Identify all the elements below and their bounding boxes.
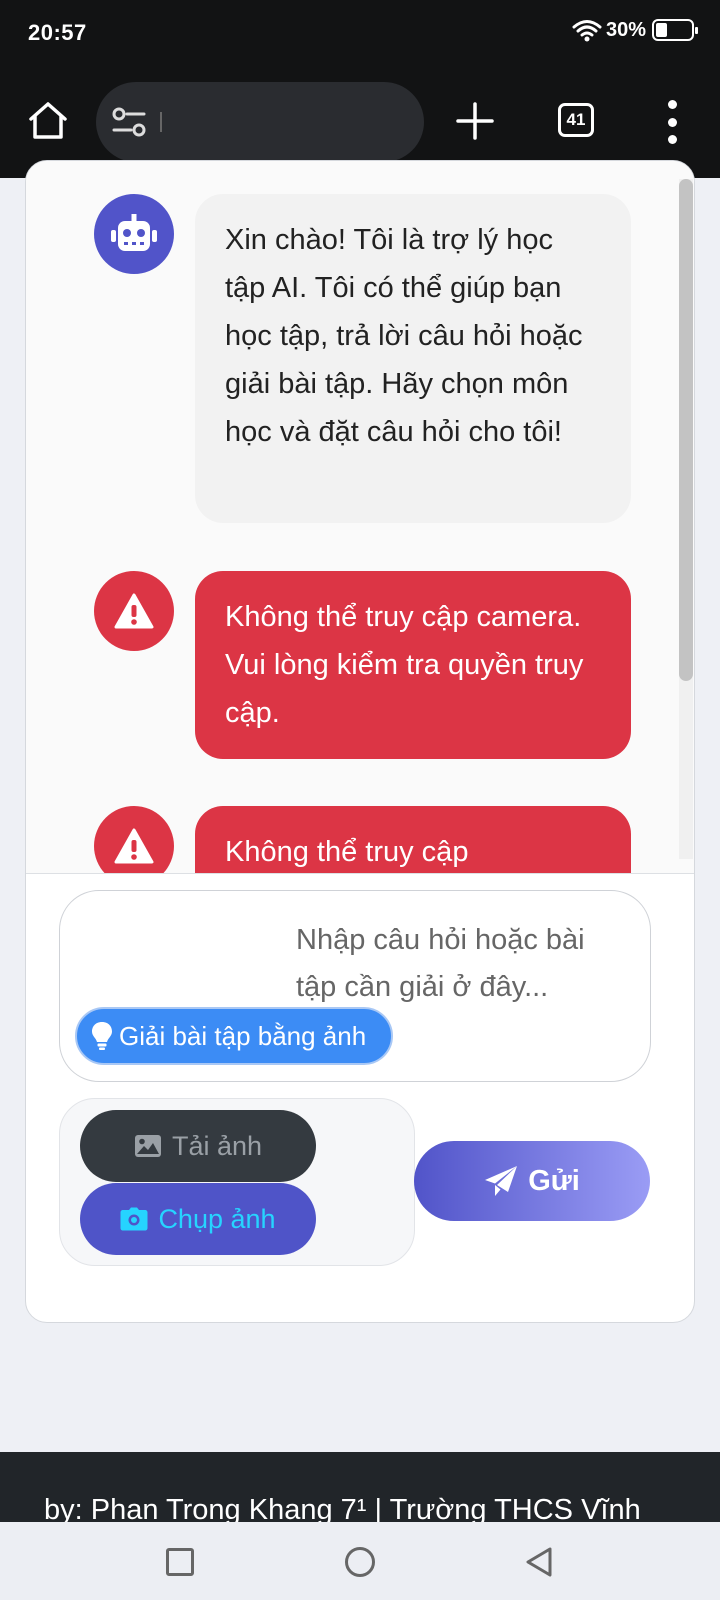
back-icon[interactable] <box>524 1546 554 1578</box>
footer: by: Phan Trong Khang 7¹ | Trường THCS Vĩ… <box>0 1452 720 1522</box>
recents-icon[interactable] <box>166 1548 194 1576</box>
warning-icon <box>114 828 154 864</box>
paper-plane-icon <box>485 1166 518 1196</box>
tab-switcher-button[interactable]: 41 <box>558 103 594 137</box>
image-icon <box>134 1135 161 1157</box>
text-cursor <box>160 112 162 132</box>
new-tab-icon[interactable] <box>452 98 498 144</box>
error-message: Không thể truy cập <box>195 806 631 873</box>
upload-image-label: Tải ảnh <box>171 1130 263 1161</box>
more-menu-icon[interactable] <box>664 100 680 144</box>
home-icon[interactable] <box>26 98 70 142</box>
system-nav-bar <box>0 1522 720 1600</box>
wifi-icon <box>572 20 602 42</box>
status-bar: 20:57 30% <box>0 0 720 68</box>
lightbulb-icon <box>92 1022 112 1050</box>
input-placeholder: Nhập câu hỏi hoặc bài tập cần giải ở đây… <box>296 924 585 1003</box>
upload-image-button[interactable]: Tải ảnh <box>80 1110 316 1182</box>
take-photo-label: Chụp ảnh <box>158 1203 276 1234</box>
bot-avatar <box>94 194 174 274</box>
status-indicators: 30% <box>572 18 698 42</box>
error-message: Không thể truy cập camera. Vui lòng kiểm… <box>195 571 631 759</box>
bot-message: Xin chào! Tôi là trợ lý học tập AI. Tôi … <box>195 194 631 523</box>
take-photo-button[interactable]: Chụp ảnh <box>80 1183 316 1255</box>
site-settings-icon[interactable] <box>112 106 146 138</box>
question-input[interactable]: Nhập câu hỏi hoặc bài tập cần giải ở đây… <box>59 890 651 1082</box>
send-button[interactable]: Gửi <box>414 1141 650 1221</box>
address-bar[interactable] <box>96 82 424 162</box>
battery-percent: 30% <box>605 18 646 41</box>
chat-messages[interactable]: Xin chào! Tôi là trợ lý học tập AI. Tôi … <box>26 161 694 874</box>
chat-card: Xin chào! Tôi là trợ lý học tập AI. Tôi … <box>25 160 695 1323</box>
send-label: Gửi <box>528 1164 580 1197</box>
home-circle-icon[interactable] <box>345 1547 375 1577</box>
photo-solve-label: Giải bài tập bằng ảnh <box>119 1020 367 1051</box>
error-avatar <box>94 571 174 651</box>
warning-icon <box>114 593 154 629</box>
robot-icon <box>111 214 157 251</box>
photo-solve-chip[interactable]: Giải bài tập bằng ảnh <box>75 1007 393 1065</box>
footer-credit: by: Phan Trong Khang 7¹ | Trường THCS Vĩ… <box>44 1494 641 1522</box>
camera-icon <box>120 1207 148 1231</box>
scrollbar-thumb[interactable] <box>679 179 693 681</box>
error-avatar <box>94 806 174 873</box>
media-controls: Tải ảnh Chụp ảnh <box>59 1098 415 1266</box>
status-time: 20:57 <box>28 20 87 45</box>
battery-icon <box>652 19 698 41</box>
